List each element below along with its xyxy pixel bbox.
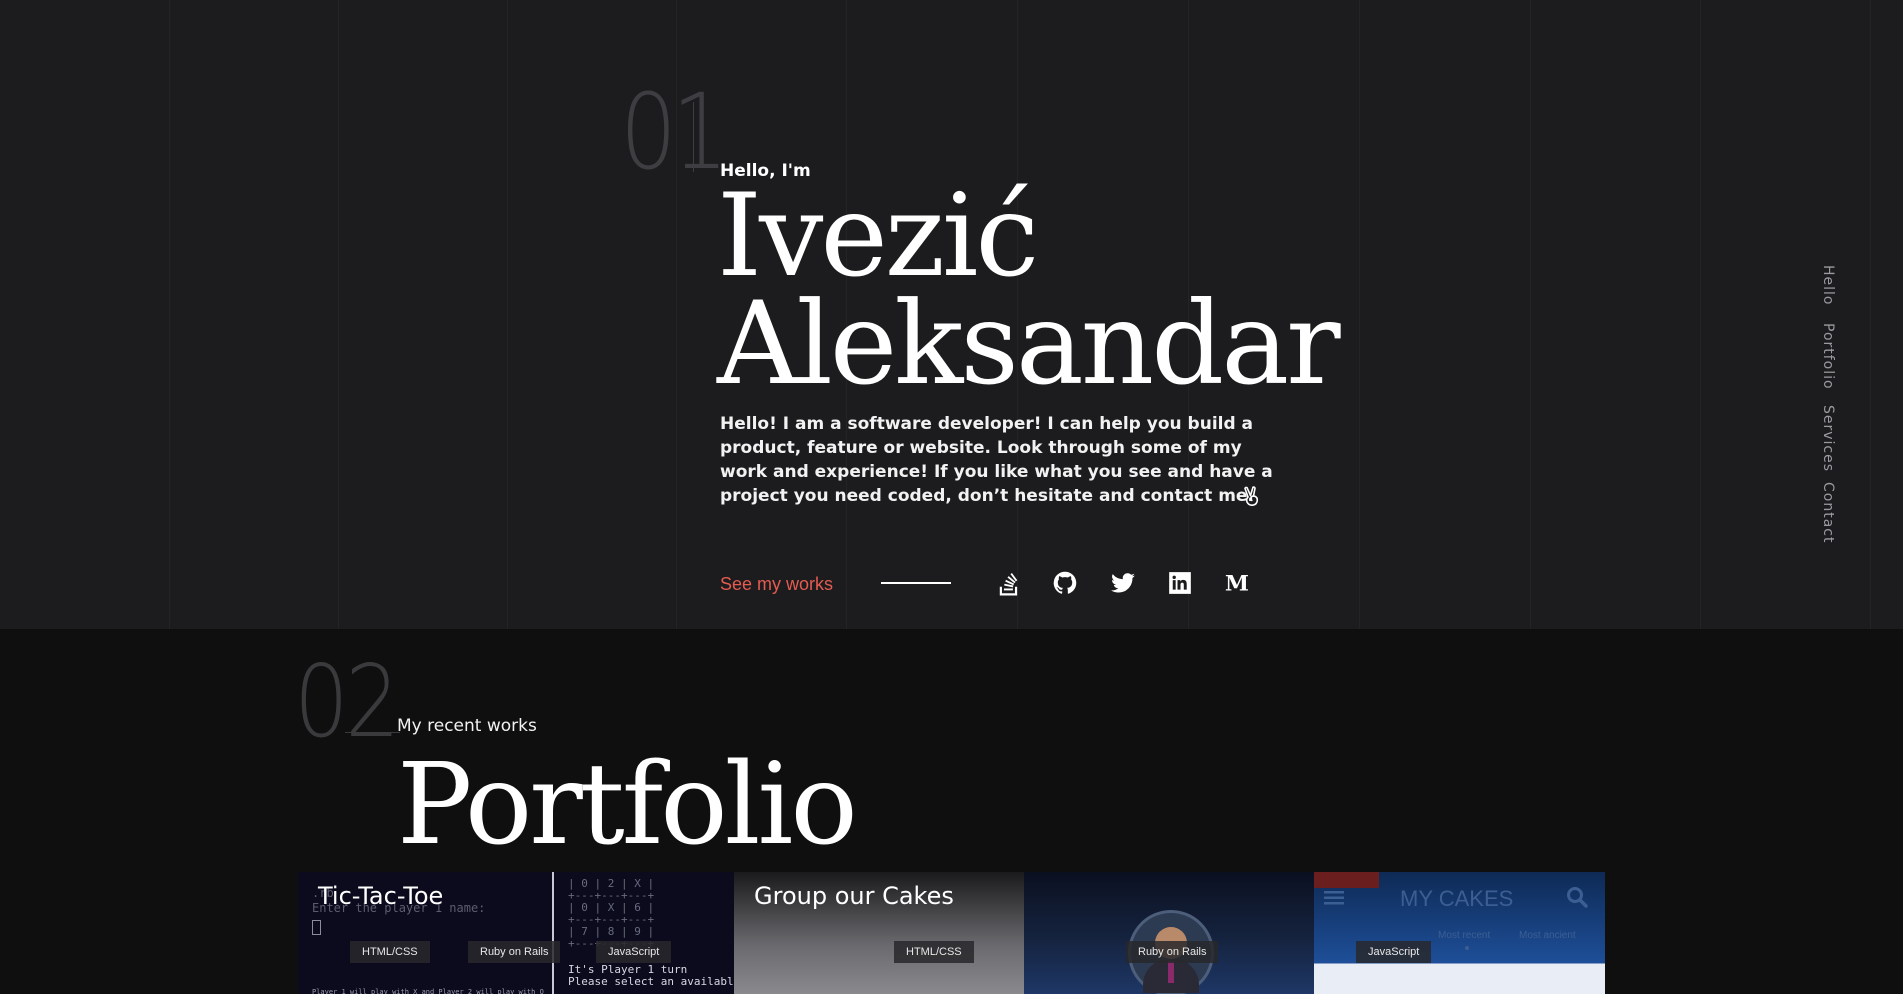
github-icon[interactable] (1052, 570, 1078, 596)
tag-javascript: JavaScript (596, 941, 672, 963)
medium-icon[interactable]: M (1224, 570, 1250, 596)
portfolio-card-tictactoe[interactable]: .rb Enter the player 1 name: Player 1 wi… (298, 872, 734, 994)
nav-item-services[interactable]: Services (1820, 405, 1836, 472)
filter-most-recent: Most recent (1438, 930, 1491, 941)
see-my-works-link[interactable]: See my works (720, 574, 833, 595)
hero-name-line1: Ivezić (717, 169, 1039, 302)
portfolio-subtitle: My recent works (397, 716, 537, 736)
linkedin-icon[interactable] (1167, 570, 1193, 596)
app-title: MY CAKES (1400, 886, 1514, 911)
intro-text: Hello! I am a software developer! I can … (720, 414, 1273, 506)
filter-indicator (1465, 946, 1469, 950)
avatar-tie (1168, 961, 1174, 983)
hero-name-line2: Aleksandar (717, 277, 1341, 410)
app-status-strip (1314, 872, 1379, 888)
tag-html-css: HTML/CSS (894, 941, 974, 963)
card-title: Tic-Tac-Toe (318, 882, 444, 910)
grid-line (169, 0, 170, 629)
section-number-divider (345, 732, 400, 733)
portfolio-card-my-cakes[interactable]: MY CAKES Most recent Most ancient JavaSc… (1314, 872, 1605, 994)
nav-item-portfolio[interactable]: Portfolio (1820, 323, 1836, 390)
section-number-divider (693, 102, 694, 172)
terminal-divider (552, 872, 554, 994)
section-number: 02 (294, 643, 400, 760)
menu-icon (1324, 890, 1344, 905)
stackoverflow-icon[interactable] (996, 570, 1022, 596)
terminal-cursor (312, 920, 321, 935)
portfolio-card-rails-project[interactable]: Ruby on Rails (1024, 872, 1314, 994)
cta-divider (881, 582, 951, 584)
grid-line (1870, 0, 1871, 629)
hero-name: Ivezić Aleksandar (717, 169, 1341, 410)
portfolio-section: 02 My recent works Portfolio .rb Enter t… (0, 629, 1903, 994)
hero-section: 01 Hello, I'm Ivezić Aleksandar Hello! I… (0, 0, 1903, 629)
portfolio-cards: .rb Enter the player 1 name: Player 1 wi… (298, 872, 1605, 994)
grid-line (1530, 0, 1531, 629)
tag-html-css: HTML/CSS (350, 941, 430, 963)
nav-item-hello[interactable]: Hello (1820, 265, 1836, 306)
section-number: 01 (620, 71, 729, 193)
tag-javascript: JavaScript (1356, 941, 1432, 963)
nav-item-contact[interactable]: Contact (1820, 482, 1836, 543)
grid-line (507, 0, 508, 629)
peace-hand-icon (1240, 484, 1264, 508)
terminal-board: | 0 | 2 | X | +---+---+---+ | 0 | X | 6 … (568, 877, 655, 950)
terminal-line: Player 1 will play with X and Player 2 w… (312, 988, 544, 994)
svg-text:M: M (1225, 572, 1249, 596)
terminal-turn: It's Player 1 turn Please select an avai… (568, 963, 734, 988)
grid-line (338, 0, 339, 629)
portfolio-title: Portfolio (397, 740, 858, 870)
tag-ruby-on-rails: Ruby on Rails (1126, 941, 1219, 963)
filter-most-ancient: Most ancient (1519, 930, 1576, 941)
tag-ruby-on-rails: Ruby on Rails (468, 941, 561, 963)
card-title: Group our Cakes (754, 882, 954, 910)
grid-line (1700, 0, 1701, 629)
twitter-icon[interactable] (1110, 570, 1136, 596)
portfolio-card-group-our-cakes[interactable]: Group our Cakes HTML/CSS (734, 872, 1024, 994)
grid-line (1359, 0, 1360, 629)
search-icon (1566, 886, 1588, 908)
